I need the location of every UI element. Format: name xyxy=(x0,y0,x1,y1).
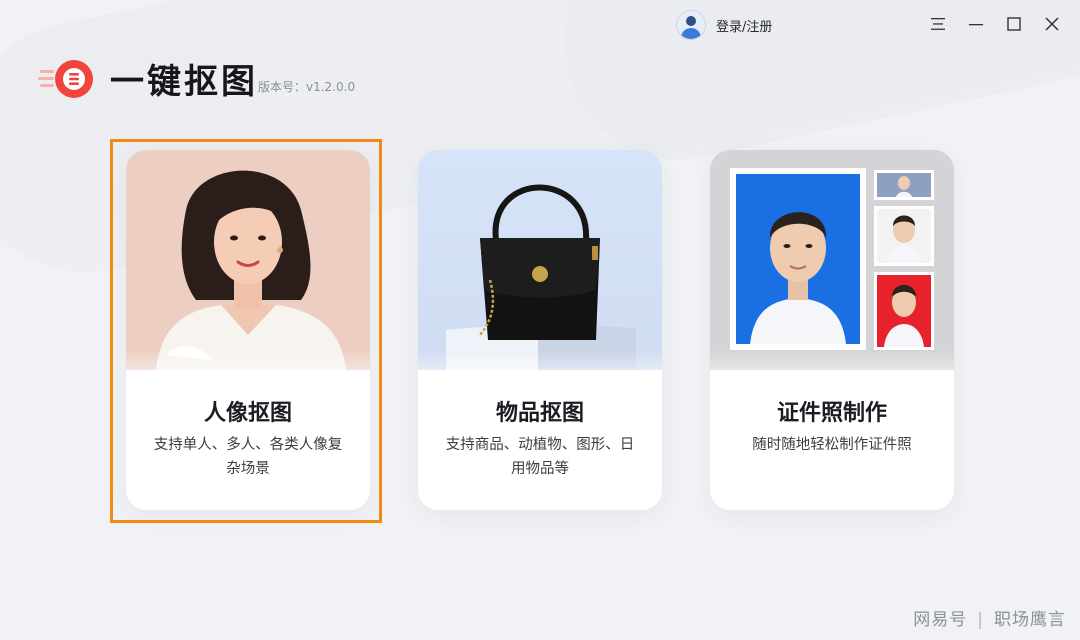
card-description: 随时随地轻松制作证件照 xyxy=(752,437,912,453)
watermark: 网易号 | 职场鹰言 xyxy=(913,610,1066,630)
login-button[interactable]: 登录/注册 xyxy=(676,10,772,40)
app-title: 一键抠图 xyxy=(110,62,258,102)
close-icon[interactable] xyxy=(1040,12,1064,36)
portrait-image xyxy=(126,150,370,370)
card-title: 证件照制作 xyxy=(776,401,887,426)
handbag-image xyxy=(418,150,662,370)
card-title: 人像抠图 xyxy=(203,401,292,426)
minimize-icon[interactable] xyxy=(964,12,988,36)
card-portrait-cutout[interactable]: 人像抠图 支持单人、多人、各类人像复杂场景 xyxy=(126,150,370,510)
card-description: 支持单人、多人、各类人像复杂场景 xyxy=(153,437,343,477)
login-label: 登录/注册 xyxy=(716,19,773,35)
card-id-photo[interactable]: 证件照制作 随时随地轻松制作证件照 xyxy=(710,150,954,510)
version-label: 版本号：v1.2.0.0 xyxy=(258,80,356,94)
id-photo-image xyxy=(710,150,954,370)
card-description: 支持商品、动植物、图形、日用物品等 xyxy=(445,437,635,477)
card-object-cutout[interactable]: 物品抠图 支持商品、动植物、图形、日用物品等 xyxy=(418,150,662,510)
menu-icon[interactable] xyxy=(926,12,950,36)
app-logo-icon xyxy=(38,60,93,98)
card-title: 物品抠图 xyxy=(495,401,584,426)
watermark-source: 网易号 xyxy=(913,610,968,630)
maximize-icon[interactable] xyxy=(1002,12,1026,36)
watermark-author: 职场鹰言 xyxy=(994,610,1066,630)
user-avatar-icon xyxy=(676,10,706,40)
